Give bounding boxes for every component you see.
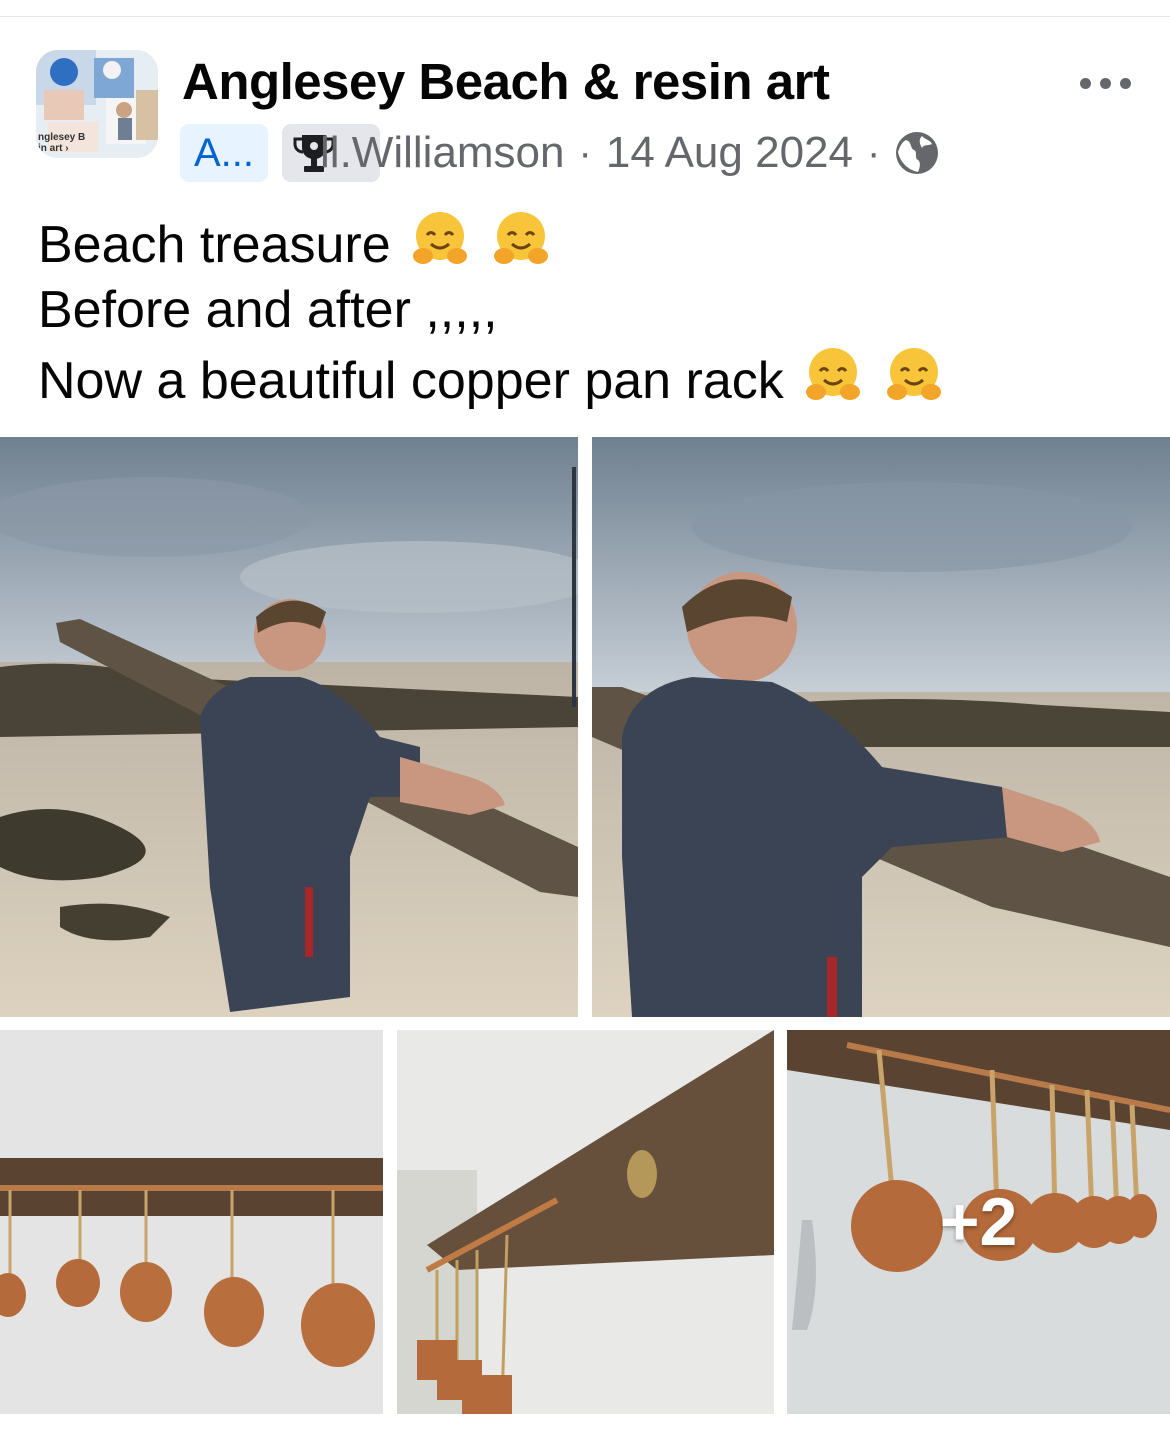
more-horizontal-icon — [1080, 78, 1091, 89]
page-avatar[interactable]: nglesey B in art › — [36, 50, 158, 158]
photo-pan-rack-side[interactable]: +2 — [787, 1030, 1170, 1414]
post-line: Beach treasure — [38, 208, 945, 276]
post-message: Beach treasure Before and after ,,,,, No… — [38, 208, 945, 412]
photo-pan-rack-front[interactable] — [0, 1030, 383, 1414]
globe-icon[interactable] — [894, 130, 940, 176]
author-name[interactable]: ll.Williamson — [320, 128, 564, 178]
meta-separator: · — [578, 130, 592, 175]
hugging-face-emoji — [493, 212, 548, 264]
page-name-link[interactable]: Anglesey Beach & resin art — [182, 52, 830, 111]
photo-beach-after[interactable] — [592, 437, 1170, 1017]
hugging-face-emoji — [806, 348, 861, 400]
more-options-button[interactable] — [1076, 72, 1136, 96]
post-date[interactable]: 14 Aug 2024 — [606, 128, 853, 178]
hugging-face-emoji — [413, 212, 468, 264]
group-chip[interactable]: A... — [180, 124, 269, 182]
avatar-caption: nglesey B in art › — [38, 132, 86, 154]
post-meta: A... ll.Williamson · 14 Aug 2024 · — [180, 124, 940, 182]
photo-pan-rack-angle[interactable] — [397, 1030, 774, 1414]
more-photos-count[interactable]: +2 — [787, 1030, 1170, 1414]
top-divider — [0, 16, 1170, 17]
post-line: Before and after ,,,,, — [38, 281, 498, 339]
photo-beach-before[interactable] — [0, 437, 578, 1017]
post-line: Now a beautiful copper pan rack — [38, 344, 945, 412]
hugging-face-emoji — [886, 348, 941, 400]
meta-separator: · — [866, 130, 881, 175]
